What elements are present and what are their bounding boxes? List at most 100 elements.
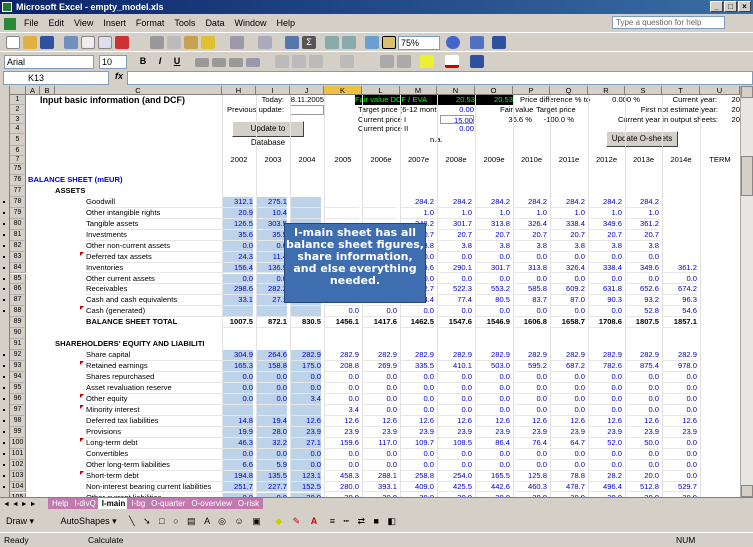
data-cell[interactable]: 1708.6 [588,317,622,329]
data-cell[interactable]: 478.7 [550,482,585,493]
close-button[interactable]: × [738,1,751,12]
data-cell[interactable]: 585.8 [513,284,547,296]
data-cell[interactable]: 3.8 [513,241,547,252]
comment-indicator[interactable] [80,404,84,409]
data-cell[interactable]: 529.7 [662,482,697,493]
chart-wizard-icon[interactable] [365,36,379,49]
autosum-icon[interactable]: Σ [302,36,316,49]
data-cell[interactable]: 1606.8 [513,317,547,329]
data-cell[interactable]: 0.0 [662,460,697,471]
data-cell[interactable]: 349.6 [625,263,659,274]
data-cell[interactable]: 282.9 [437,350,472,362]
row-header[interactable]: 3 [10,115,26,124]
data-cell[interactable]: 14.8 [222,415,253,427]
data-cell[interactable]: 0.0 [513,394,547,405]
data-cell[interactable]: 0.0 [550,252,585,263]
data-cell[interactable]: 0.0 [400,306,434,318]
data-cell[interactable]: 258.8 [400,471,434,482]
data-cell[interactable]: 35.5 [256,229,287,241]
data-cell[interactable]: 20.7 [625,230,659,241]
data-cell[interactable]: 12.6 [550,416,585,427]
diagram-icon[interactable]: ◎ [218,516,226,526]
data-cell[interactable]: 312.1 [222,196,253,208]
menu-help[interactable]: Help [271,14,300,32]
data-cell[interactable]: 282.9 [550,350,585,362]
data-cell[interactable]: 0.0 [256,240,287,252]
data-cell[interactable]: 0.0 [437,274,472,285]
row-header[interactable]: 83 [10,251,26,263]
data-cell[interactable]: 275.1 [256,196,287,208]
data-cell[interactable]: 288.1 [362,471,397,482]
data-cell[interactable]: 0.0 [437,405,472,416]
new-icon[interactable] [6,36,20,49]
data-cell[interactable]: 159.6 [324,438,359,449]
data-cell[interactable]: 282.9 [513,350,547,362]
data-cell[interactable]: 875.4 [625,361,659,373]
data-cell[interactable]: 282.9 [400,350,434,362]
data-cell[interactable]: 409.0 [400,482,434,493]
data-cell[interactable]: 674.2 [662,284,697,296]
data-cell[interactable]: 0.0 [400,405,434,416]
data-cell[interactable]: 512.8 [625,482,659,493]
data-cell[interactable]: 23.9 [513,427,547,438]
data-cell[interactable]: 0.0 [550,306,585,318]
font-select[interactable]: Arial [4,55,94,69]
row-header[interactable]: 92 [10,350,26,362]
data-cell[interactable]: 0.0 [588,306,622,318]
row-header[interactable]: 78 [10,196,26,208]
column-header-M[interactable]: M [400,86,437,95]
data-cell[interactable]: 1.0 [513,208,547,219]
data-cell[interactable]: 609.2 [550,284,585,296]
comment-indicator[interactable] [80,251,84,256]
data-cell[interactable]: 54.6 [662,306,697,318]
data-cell[interactable]: 28.2 [588,471,622,482]
spelling-icon[interactable] [115,36,129,49]
data-cell[interactable]: 78.8 [550,471,585,482]
data-cell[interactable]: 284.2 [513,197,547,208]
data-cell[interactable] [290,196,321,208]
data-cell[interactable]: 282.9 [362,350,397,362]
data-cell[interactable] [222,404,253,416]
data-cell[interactable]: 0.0 [437,383,472,394]
column-header-I[interactable]: I [256,86,290,95]
data-cell[interactable]: 0.0 [550,449,585,460]
name-box[interactable]: K13 [3,71,109,85]
row-header[interactable]: 102 [10,459,26,471]
data-cell[interactable]: 23.9 [550,427,585,438]
maximize-button[interactable]: □ [724,1,737,12]
font-color-icon[interactable] [445,55,459,68]
underline-icon[interactable]: U [170,55,184,68]
vertical-scrollbar[interactable] [740,86,753,497]
data-cell[interactable]: 24.3 [222,251,253,263]
data-cell[interactable]: 0.0 [362,405,397,416]
row-header[interactable]: 75 [10,164,26,175]
data-cell[interactable]: 126.5 [222,218,253,230]
row-header[interactable]: 100 [10,437,26,449]
data-cell[interactable]: 652.6 [625,284,659,296]
arrow-style-icon[interactable]: ⇄ [357,516,365,526]
data-cell[interactable]: 361.2 [625,219,659,230]
undo-icon[interactable] [230,36,244,49]
data-cell[interactable]: 0.0 [475,252,510,263]
data-cell[interactable]: 0.0 [588,394,622,405]
data-cell[interactable]: 165.3 [222,361,253,373]
data-cell[interactable]: 175.0 [290,361,321,373]
data-cell[interactable]: 3.4 [324,405,359,416]
dash-style-icon[interactable]: ┅ [344,516,349,526]
data-cell[interactable]: 338.4 [588,263,622,274]
data-cell[interactable]: 1417.6 [362,317,397,329]
data-cell[interactable]: 20.7 [513,230,547,241]
options-icon[interactable] [470,55,484,68]
data-cell[interactable]: 35.6 [222,229,253,241]
data-cell[interactable]: 12.6 [513,416,547,427]
row-header[interactable]: 1 [10,95,26,105]
data-cell[interactable]: 0.0 [513,274,547,285]
fill-color-icon[interactable] [420,55,434,68]
menu-edit[interactable]: Edit [44,14,70,32]
tab-help[interactable]: Help [48,498,73,509]
row-header[interactable]: 87 [10,295,26,307]
data-cell[interactable]: 12.6 [400,416,434,427]
column-header-T[interactable]: T [662,86,700,95]
data-cell[interactable]: 3.8 [437,241,472,252]
data-cell[interactable]: 3.4 [290,393,321,405]
